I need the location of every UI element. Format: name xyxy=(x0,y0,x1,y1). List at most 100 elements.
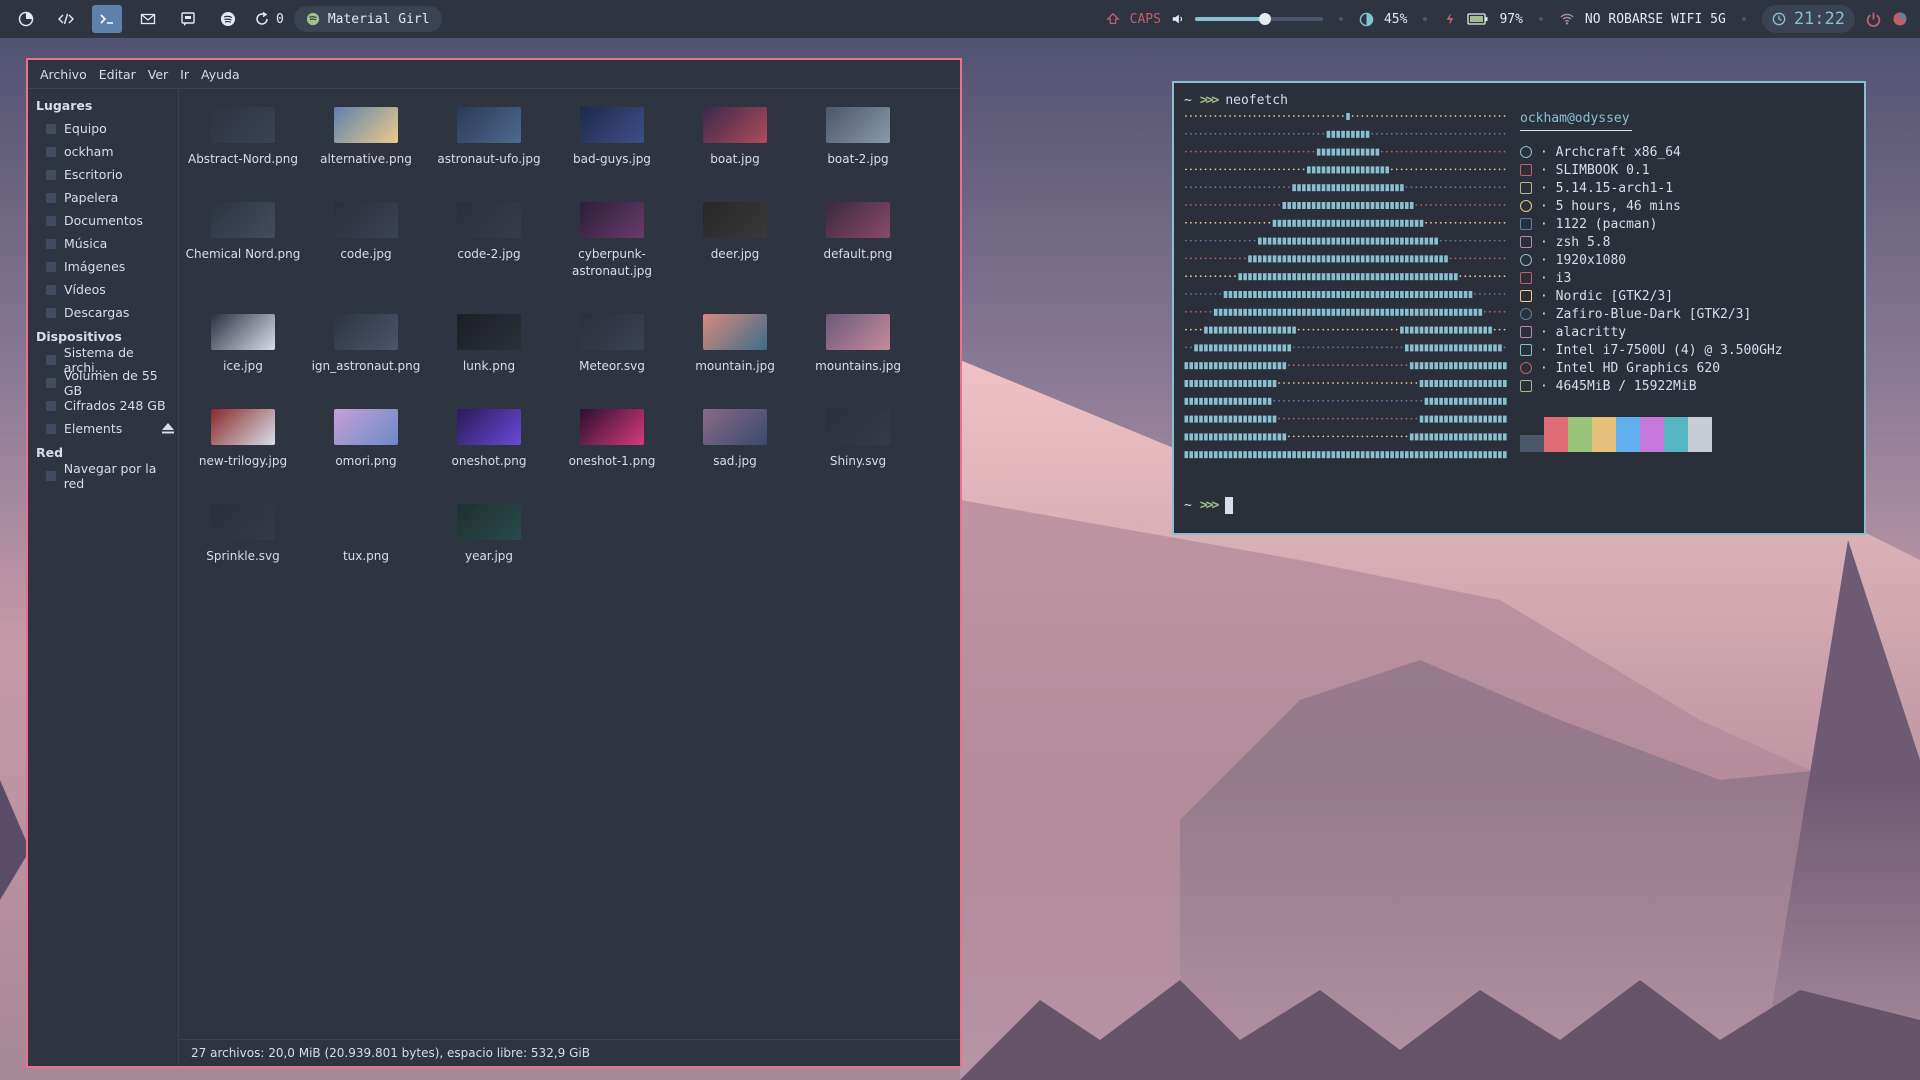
menu-archivo[interactable]: Archivo xyxy=(34,67,93,82)
file-item[interactable]: alternative.png xyxy=(306,89,426,168)
status-dot-icon[interactable] xyxy=(1892,11,1908,27)
sidebar-item[interactable]: Elements xyxy=(28,417,178,440)
terminal-icon[interactable] xyxy=(92,5,122,33)
file-name: mountain.jpg xyxy=(695,359,775,373)
spotify-icon[interactable] xyxy=(214,5,242,33)
file-item[interactable]: tux.png xyxy=(306,486,426,565)
sidebar-item[interactable]: Papelera xyxy=(28,186,178,209)
place-icon xyxy=(46,261,56,272)
bullet: · xyxy=(1540,234,1556,250)
file-item[interactable]: cyberpunk-astronaut.jpg xyxy=(552,184,672,280)
file-item[interactable]: sad.jpg xyxy=(675,391,795,470)
file-item[interactable]: astronaut-ufo.jpg xyxy=(429,89,549,168)
battery-icon xyxy=(1467,13,1488,25)
mail-icon[interactable] xyxy=(134,5,162,33)
clock-widget[interactable]: 21:22 xyxy=(1761,5,1855,33)
file-item[interactable]: lunk.png xyxy=(429,296,549,375)
window-icon xyxy=(1520,272,1532,284)
chat-icon[interactable] xyxy=(174,5,202,33)
volume-slider[interactable] xyxy=(1194,13,1323,25)
file-item[interactable]: Sprinkle.svg xyxy=(183,486,303,565)
sidebar-item[interactable]: Navegar por la red xyxy=(28,461,178,491)
file-item[interactable]: new-trilogy.jpg xyxy=(183,391,303,470)
file-item[interactable]: mountain.jpg xyxy=(675,296,795,375)
sidebar-item[interactable]: Documentos xyxy=(28,209,178,232)
prompt-tilde: ~ xyxy=(1184,498,1192,513)
file-item[interactable]: oneshot-1.png xyxy=(552,391,672,470)
file-thumbnail xyxy=(826,107,890,143)
info-row: · 5.14.15-arch1-1 xyxy=(1520,179,1673,197)
volume-knob[interactable] xyxy=(1259,13,1272,25)
file-item[interactable]: omori.png xyxy=(306,391,426,470)
file-name: bad-guys.jpg xyxy=(573,152,651,166)
file-item[interactable]: default.png xyxy=(798,184,918,263)
sidebar-item[interactable]: Volumen de 55 GB xyxy=(28,368,178,398)
file-item[interactable]: code-2.jpg xyxy=(429,184,549,263)
user-host-underline xyxy=(1520,130,1632,131)
bullet: · xyxy=(1540,144,1556,160)
file-item[interactable]: Abstract-Nord.png xyxy=(183,89,303,168)
file-name: ign_astronaut.png xyxy=(311,359,421,373)
file-name: mountains.jpg xyxy=(815,359,901,373)
monitor-icon xyxy=(1520,164,1532,176)
terminal-window[interactable]: ~ >>> neofetch ockham@odyssey · Archcraf… xyxy=(1172,81,1866,535)
place-icon xyxy=(46,238,56,249)
sidebar-item[interactable]: Cifrados 248 GB xyxy=(28,394,178,417)
music-player[interactable]: Material Girl xyxy=(293,6,442,32)
file-item[interactable]: mountains.jpg xyxy=(798,296,918,375)
file-item[interactable]: Meteor.svg xyxy=(552,296,672,375)
sidebar-item[interactable]: ockham xyxy=(28,140,178,163)
menu-ayuda[interactable]: Ayuda xyxy=(195,67,246,82)
menu-ir[interactable]: Ir xyxy=(174,67,195,82)
volume-icon[interactable] xyxy=(1171,12,1185,26)
file-name: Shiny.svg xyxy=(829,454,887,468)
sidebar-item[interactable]: Vídeos xyxy=(28,278,178,301)
sidebar-item-label: Navegar por la red xyxy=(63,460,157,491)
file-item[interactable]: year.jpg xyxy=(429,486,549,565)
eject-icon[interactable] xyxy=(162,423,174,434)
place-icon xyxy=(46,377,56,388)
file-item[interactable]: deer.jpg xyxy=(675,184,795,263)
file-name: deer.jpg xyxy=(710,247,760,261)
sidebar-item[interactable]: Escritorio xyxy=(28,163,178,186)
info-value: Archcraft x86_64 xyxy=(1555,144,1681,160)
prompt-line[interactable]: ~ >>> xyxy=(1184,497,1234,514)
menu-editar[interactable]: Editar xyxy=(93,67,142,82)
prompt-arrows: >>> xyxy=(1199,93,1220,108)
bullet: · xyxy=(1540,306,1556,322)
file-item[interactable]: bad-guys.jpg xyxy=(552,89,672,168)
text-cursor xyxy=(1225,497,1234,514)
sidebar-item[interactable]: Imágenes xyxy=(28,255,178,278)
status-bar: 27 archivos: 20,0 MiB (20.939.801 bytes)… xyxy=(179,1039,960,1066)
file-item[interactable]: Chemical Nord.png xyxy=(183,184,303,263)
power-icon[interactable] xyxy=(1865,11,1882,28)
star-icon xyxy=(1520,362,1532,374)
file-thumbnail xyxy=(580,409,644,445)
file-item[interactable]: boat.jpg xyxy=(675,89,795,168)
file-name: sad.jpg xyxy=(713,454,757,468)
file-name: default.png xyxy=(823,247,893,261)
file-item[interactable]: code.jpg xyxy=(306,184,426,263)
menu-ver[interactable]: Ver xyxy=(142,67,174,82)
file-item[interactable]: boat-2.jpg xyxy=(798,89,918,168)
dollar-icon xyxy=(1520,236,1532,248)
file-thumbnail xyxy=(580,314,644,350)
code-icon[interactable] xyxy=(52,5,80,33)
sidebar-item-label: Vídeos xyxy=(64,282,106,297)
file-item[interactable]: ign_astronaut.png xyxy=(306,296,426,375)
sidebar-item[interactable]: Música xyxy=(28,232,178,255)
arch-logo-icon[interactable] xyxy=(12,5,40,33)
sidebar-item-label: Descargas xyxy=(64,305,130,320)
file-item[interactable]: Shiny.svg xyxy=(798,391,918,470)
wifi-icon[interactable] xyxy=(1559,12,1575,26)
file-item[interactable]: oneshot.png xyxy=(429,391,549,470)
menu-bar: Archivo Editar Ver Ir Ayuda xyxy=(28,60,960,89)
battery-charging-icon xyxy=(1446,12,1454,26)
refresh-counter[interactable]: 0 xyxy=(254,5,284,33)
sidebar-item[interactable]: Descargas xyxy=(28,301,178,324)
info-row: · alacritty xyxy=(1520,323,1626,341)
file-item[interactable]: ice.jpg xyxy=(183,296,303,375)
info-value: Intel i7-7500U (4) @ 3.500GHz xyxy=(1555,342,1783,358)
info-row: · SLIMBOOK 0.1 xyxy=(1520,161,1650,179)
sidebar-item[interactable]: Equipo xyxy=(28,117,178,140)
